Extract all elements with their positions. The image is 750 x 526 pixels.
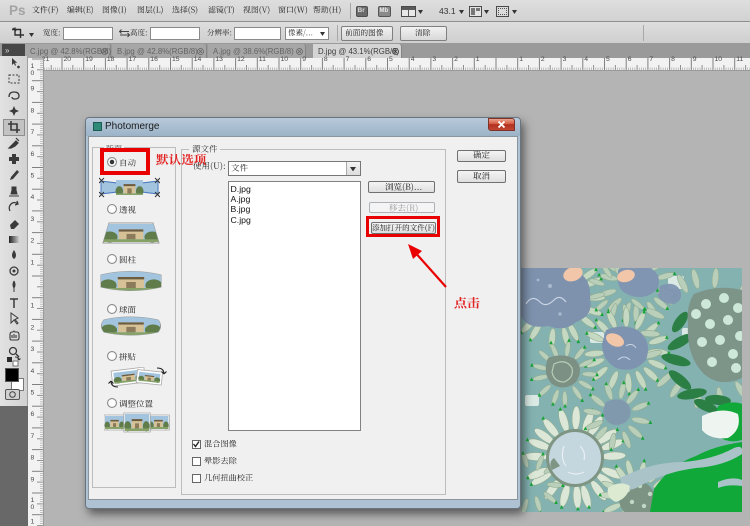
svg-text:9: 9 [31,86,35,93]
svg-text:1: 1 [31,63,35,70]
svg-text:1: 1 [31,497,35,504]
svg-text:3: 3 [31,346,35,353]
svg-text:7: 7 [31,433,35,440]
svg-text:0: 0 [31,504,35,511]
svg-text:5: 5 [31,390,35,397]
svg-text:6: 6 [31,151,35,158]
svg-text:9: 9 [31,476,35,483]
svg-text:8: 8 [31,455,35,462]
svg-text:0: 0 [31,70,35,77]
svg-text:8: 8 [31,107,35,114]
svg-text:2: 2 [31,324,35,331]
svg-text:2: 2 [31,238,35,245]
svg-text:1: 1 [31,303,35,310]
svg-text:5: 5 [31,173,35,180]
svg-text:1: 1 [31,519,35,526]
svg-text:3: 3 [31,216,35,223]
svg-text:6: 6 [31,411,35,418]
svg-text:1: 1 [31,259,35,266]
svg-text:4: 4 [31,194,35,201]
svg-text:4: 4 [31,368,35,375]
svg-text:7: 7 [31,129,35,136]
